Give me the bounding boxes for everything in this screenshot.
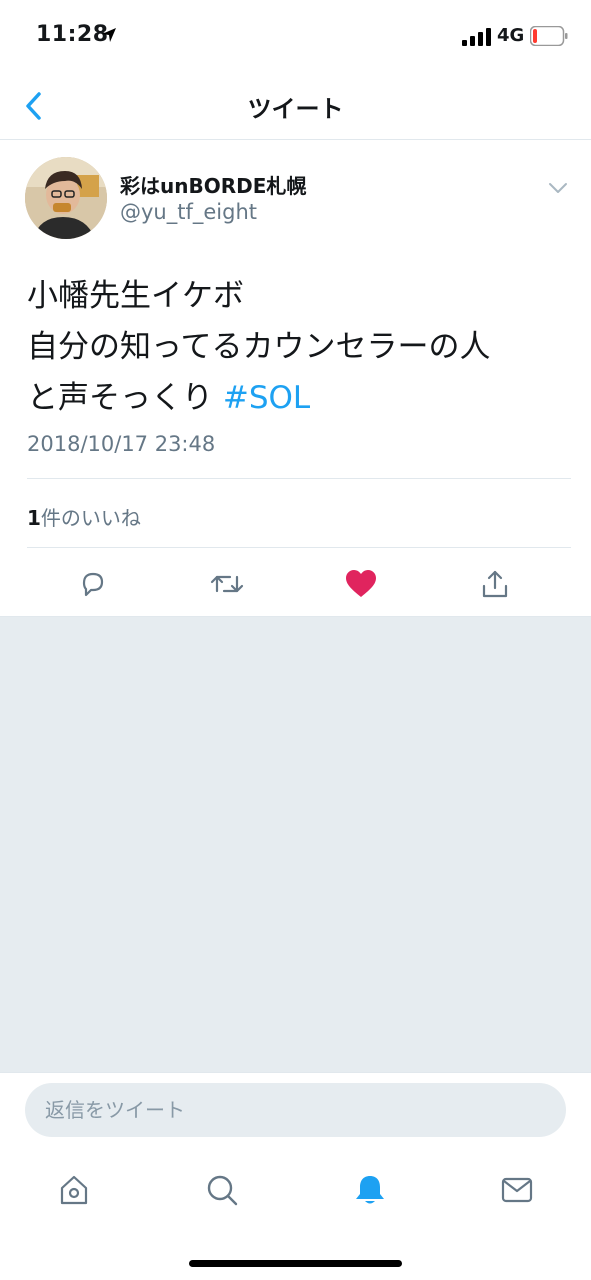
home-icon — [60, 1175, 88, 1205]
tweet-text-line: と声そっくり #SOL — [27, 373, 567, 424]
notifications-icon — [356, 1176, 384, 1204]
avatar[interactable] — [25, 157, 107, 239]
home-indicator — [189, 1260, 402, 1267]
reply-button[interactable] — [73, 564, 113, 604]
tweet-text: 小幡先生イケボ 自分の知ってるカウンセラーの人 と声そっくり #SOL — [27, 271, 567, 424]
bottom-bar — [0, 1072, 591, 1280]
tweet-text-fragment: と声そっくり — [27, 380, 213, 416]
tweet-text-line: 小幡先生イケボ — [27, 278, 244, 314]
tab-messages[interactable] — [497, 1170, 537, 1210]
chevron-down-icon[interactable] — [546, 176, 570, 200]
likes-count: 1 — [27, 506, 41, 530]
retweet-icon — [210, 575, 244, 593]
like-button[interactable] — [341, 564, 381, 604]
tab-home[interactable] — [54, 1170, 94, 1210]
location-arrow-icon — [102, 28, 116, 42]
replies-area — [0, 617, 591, 1072]
messages-icon — [501, 1177, 533, 1203]
retweet-button[interactable] — [207, 564, 247, 604]
likes-label: 件のいいね — [40, 506, 141, 530]
search-icon — [207, 1175, 238, 1206]
likes-summary[interactable]: 1件のいいね — [27, 502, 141, 531]
author-name[interactable]: 彩はunBORDE札幌 — [120, 170, 306, 199]
tweet-detail: 彩はunBORDE札幌 @yu_tf_eight 小幡先生イケボ 自分の知ってる… — [0, 140, 591, 617]
divider — [27, 478, 571, 479]
tab-search[interactable] — [202, 1170, 242, 1210]
avatar-image — [25, 157, 107, 239]
status-bar: 11:28 4G — [0, 0, 591, 72]
share-button[interactable] — [475, 564, 515, 604]
author-handle[interactable]: @yu_tf_eight — [120, 200, 257, 224]
battery-icon — [530, 26, 568, 46]
network-type: 4G — [497, 25, 525, 46]
signal-icon — [462, 28, 491, 46]
tweet-text-line: 自分の知ってるカウンセラーの人 — [27, 329, 491, 365]
status-time: 11:28 — [36, 22, 109, 47]
hashtag-link[interactable]: #SOL — [223, 380, 310, 416]
divider — [27, 547, 571, 548]
reply-input[interactable] — [25, 1083, 566, 1137]
tweet-actions — [0, 552, 591, 616]
share-icon — [482, 570, 508, 598]
tab-notifications[interactable] — [350, 1170, 390, 1210]
nav-bar: ツイート — [0, 72, 591, 140]
tweet-timestamp: 2018/10/17 23:48 — [27, 432, 216, 456]
reply-icon — [82, 572, 104, 597]
heart-icon — [346, 570, 376, 597]
page-title: ツイート — [247, 95, 344, 123]
